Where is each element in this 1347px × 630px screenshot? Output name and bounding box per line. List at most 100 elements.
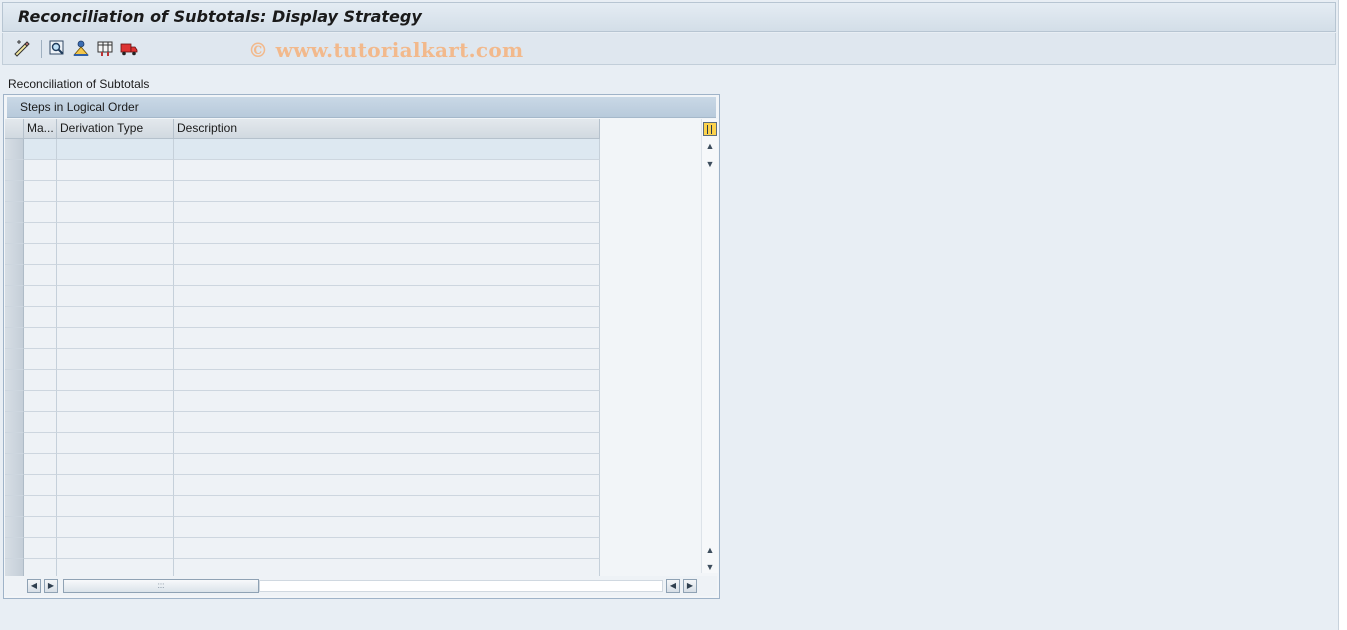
cell-derivation-type[interactable] xyxy=(57,538,174,559)
cell-description[interactable] xyxy=(174,265,600,286)
row-selector[interactable] xyxy=(5,496,24,517)
cell-ma[interactable] xyxy=(24,181,57,202)
cell-description[interactable] xyxy=(174,496,600,517)
scroll-right-end-icon[interactable]: ▶ xyxy=(683,579,697,593)
scroll-left-end-icon[interactable]: ◀ xyxy=(666,579,680,593)
table-row[interactable] xyxy=(5,349,600,370)
row-selector[interactable] xyxy=(5,202,24,223)
row-selector[interactable] xyxy=(5,349,24,370)
table-row[interactable] xyxy=(5,328,600,349)
table-row[interactable] xyxy=(5,265,600,286)
cell-derivation-type[interactable] xyxy=(57,496,174,517)
scroll-right-icon[interactable]: ▶ xyxy=(44,579,58,593)
cell-derivation-type[interactable] xyxy=(57,412,174,433)
scroll-left-icon[interactable]: ◀ xyxy=(27,579,41,593)
scroll-track[interactable] xyxy=(259,580,663,592)
row-selector[interactable] xyxy=(5,538,24,559)
column-header-ma[interactable]: Ma... xyxy=(24,119,57,139)
table-row[interactable] xyxy=(5,496,600,517)
cell-derivation-type[interactable] xyxy=(57,433,174,454)
table-row[interactable] xyxy=(5,181,600,202)
cell-ma[interactable] xyxy=(24,160,57,181)
cell-description[interactable] xyxy=(174,160,600,181)
table-row[interactable] xyxy=(5,538,600,559)
cell-ma[interactable] xyxy=(24,496,57,517)
row-selector[interactable] xyxy=(5,181,24,202)
cell-derivation-type[interactable] xyxy=(57,139,174,160)
cell-derivation-type[interactable] xyxy=(57,370,174,391)
cell-ma[interactable] xyxy=(24,202,57,223)
row-selector[interactable] xyxy=(5,139,24,160)
cell-ma[interactable] xyxy=(24,475,57,496)
cell-derivation-type[interactable] xyxy=(57,265,174,286)
row-selector[interactable] xyxy=(5,286,24,307)
table-row[interactable] xyxy=(5,412,600,433)
cell-derivation-type[interactable] xyxy=(57,307,174,328)
row-selector[interactable] xyxy=(5,370,24,391)
cell-ma[interactable] xyxy=(24,328,57,349)
cell-ma[interactable] xyxy=(24,412,57,433)
cell-description[interactable] xyxy=(174,391,600,412)
table-row[interactable] xyxy=(5,433,600,454)
cell-description[interactable] xyxy=(174,328,600,349)
cell-description[interactable] xyxy=(174,139,600,160)
cell-ma[interactable] xyxy=(24,391,57,412)
table-row[interactable] xyxy=(5,370,600,391)
cell-description[interactable] xyxy=(174,517,600,538)
cell-ma[interactable] xyxy=(24,517,57,538)
cell-description[interactable] xyxy=(174,223,600,244)
cell-ma[interactable] xyxy=(24,370,57,391)
row-selector[interactable] xyxy=(5,433,24,454)
cell-derivation-type[interactable] xyxy=(57,286,174,307)
cell-derivation-type[interactable] xyxy=(57,454,174,475)
row-selector[interactable] xyxy=(5,475,24,496)
cell-description[interactable] xyxy=(174,286,600,307)
vertical-scrollbar[interactable]: ▲ ▼ ▲ ▼ xyxy=(701,119,718,573)
cell-derivation-type[interactable] xyxy=(57,244,174,265)
row-selector[interactable] xyxy=(5,517,24,538)
cell-description[interactable] xyxy=(174,412,600,433)
table-row[interactable] xyxy=(5,223,600,244)
scroll-up-icon[interactable]: ▼ xyxy=(705,159,715,169)
display-change-button[interactable] xyxy=(12,38,32,58)
cell-ma[interactable] xyxy=(24,286,57,307)
table-row[interactable] xyxy=(5,202,600,223)
cell-derivation-type[interactable] xyxy=(57,328,174,349)
column-configuration-icon[interactable] xyxy=(703,122,717,136)
scroll-down-icon[interactable]: ▲ xyxy=(705,545,715,555)
cell-description[interactable] xyxy=(174,307,600,328)
cell-ma[interactable] xyxy=(24,265,57,286)
row-selector[interactable] xyxy=(5,223,24,244)
cell-ma[interactable] xyxy=(24,349,57,370)
table-row[interactable] xyxy=(5,307,600,328)
row-selector[interactable] xyxy=(5,454,24,475)
row-selector[interactable] xyxy=(5,265,24,286)
row-selector[interactable] xyxy=(5,307,24,328)
row-selector[interactable] xyxy=(5,244,24,265)
cell-description[interactable] xyxy=(174,370,600,391)
row-selector[interactable] xyxy=(5,328,24,349)
table-row[interactable] xyxy=(5,160,600,181)
table-row[interactable] xyxy=(5,244,600,265)
row-selector[interactable] xyxy=(5,412,24,433)
horizontal-scrollbar[interactable]: ◀ ▶ ::: ◀ ▶ xyxy=(5,576,717,596)
table-row[interactable] xyxy=(5,286,600,307)
cell-description[interactable] xyxy=(174,454,600,475)
cell-description[interactable] xyxy=(174,181,600,202)
cell-description[interactable] xyxy=(174,433,600,454)
cell-ma[interactable] xyxy=(24,244,57,265)
scroll-thumb[interactable]: ::: xyxy=(63,579,259,593)
cell-ma[interactable] xyxy=(24,223,57,244)
cell-ma[interactable] xyxy=(24,433,57,454)
row-selector[interactable] xyxy=(5,160,24,181)
cell-description[interactable] xyxy=(174,244,600,265)
scroll-bottom-icon[interactable]: ▼ xyxy=(705,562,715,572)
cell-derivation-type[interactable] xyxy=(57,223,174,244)
select-all-header[interactable] xyxy=(5,119,24,139)
scroll-top-icon[interactable]: ▲ xyxy=(705,141,715,151)
cell-derivation-type[interactable] xyxy=(57,202,174,223)
cell-derivation-type[interactable] xyxy=(57,160,174,181)
table-row[interactable] xyxy=(5,475,600,496)
hierarchy-button[interactable] xyxy=(71,38,91,58)
transport-button[interactable] xyxy=(119,38,139,58)
